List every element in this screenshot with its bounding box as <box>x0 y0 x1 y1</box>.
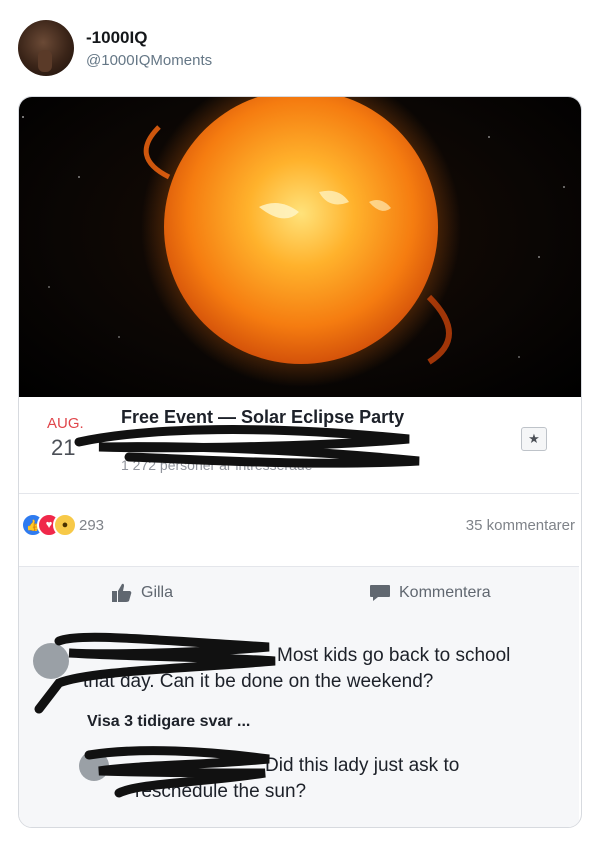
wow-reaction-icon: ● <box>53 513 77 537</box>
like-label: Gilla <box>141 584 174 601</box>
display-name[interactable]: -1000IQ <box>86 28 147 48</box>
comment-text-line2: that day. Can it be done on the weekend? <box>83 671 434 692</box>
commenter-avatar[interactable] <box>33 643 69 679</box>
reaction-count[interactable]: 293 <box>79 517 104 534</box>
comment-label: Kommentera <box>399 584 491 601</box>
reply-text-line2: reschedule the sun? <box>135 781 307 802</box>
event-info[interactable]: AUG. 21 Free Event — Solar Eclipse Party… <box>19 397 579 494</box>
like-button[interactable]: Gilla <box>111 583 173 603</box>
comment-count[interactable]: 35 kommentarer <box>466 517 575 534</box>
reactions-summary[interactable]: 👍 ♥ ● 293 35 kommentarer <box>19 509 579 539</box>
reply-text-line1: Did this lady just ask to <box>265 755 460 776</box>
comment-button[interactable]: Kommentera <box>369 583 491 603</box>
event-title[interactable]: Free Event — Solar Eclipse Party <box>121 407 404 428</box>
replier-avatar[interactable] <box>79 751 109 781</box>
event-month: AUG. <box>47 415 84 432</box>
comment-icon <box>370 585 390 601</box>
thumbs-up-icon <box>112 583 132 602</box>
star-icon: ★ <box>528 431 540 446</box>
action-bar: Gilla Kommentera <box>19 567 579 623</box>
tweet-header: -1000IQ @1000IQMoments <box>18 20 578 80</box>
comment-text-line1: Most kids go back to school <box>277 645 511 666</box>
comments-section: Most kids go back to school that day. Ca… <box>19 623 579 827</box>
save-event-button[interactable]: ★ <box>521 427 547 451</box>
event-day: 21 <box>51 435 76 460</box>
sun-image <box>19 97 581 397</box>
view-previous-replies-link[interactable]: Visa 3 tidigare svar ... <box>87 713 250 731</box>
user-handle[interactable]: @1000IQMoments <box>86 52 212 69</box>
avatar[interactable] <box>18 20 74 76</box>
event-interested-count: 1 272 personer är intresserade <box>121 457 313 473</box>
screenshot-card: AUG. 21 Free Event — Solar Eclipse Party… <box>18 96 582 828</box>
